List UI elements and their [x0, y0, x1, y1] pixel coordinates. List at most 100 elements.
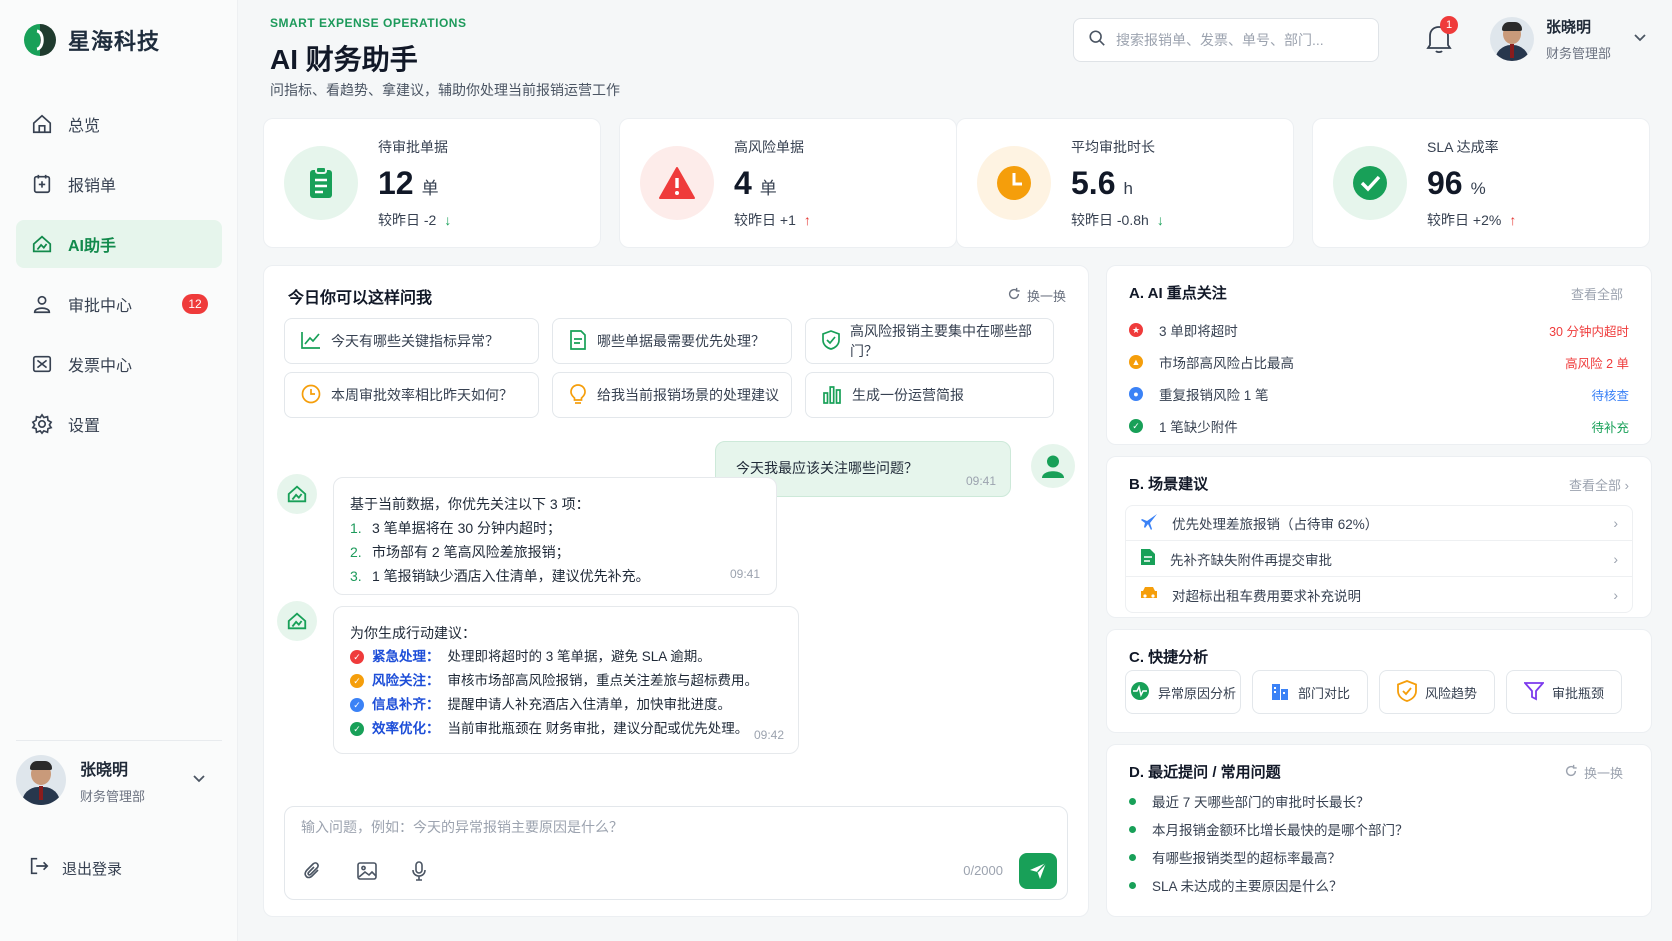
- search-input[interactable]: [1116, 32, 1356, 48]
- scenario-item[interactable]: 先补齐缺失附件再提交审批 ›: [1125, 541, 1633, 577]
- list-item-text: 3 笔单据将在 30 分钟内超时；: [372, 520, 562, 536]
- suggestion-chip[interactable]: 本周审批效率相比昨天如何？: [284, 372, 539, 418]
- ai-message-intro: 基于当前数据，你优先关注以下 3 项：: [350, 496, 590, 512]
- urgent-icon: ✓: [350, 650, 364, 664]
- nav-item-expense[interactable]: 报销单: [16, 160, 222, 208]
- focus-status: 待核查: [1591, 388, 1629, 403]
- scenario-item[interactable]: 优先处理差旅报销（占待审 62%） ›: [1125, 505, 1633, 541]
- kpi-label: 平均审批时长: [1071, 138, 1155, 155]
- action-text: 提醒申请人补充酒店入住清单，加快审批进度。: [447, 697, 732, 712]
- attachment-icon[interactable]: [301, 859, 325, 883]
- kpi-card-pending[interactable]: 待审批单据 12 单 较昨日 -2 ↓: [263, 118, 601, 248]
- nav-label: 报销单: [68, 178, 117, 195]
- focus-item[interactable]: ● 重复报销风险 1 笔 待核查: [1129, 384, 1629, 404]
- alert-dot-icon: ✓: [1129, 419, 1143, 433]
- kpi-compare: 较昨日 -2: [378, 211, 437, 228]
- nav-item-overview[interactable]: 总览: [16, 100, 222, 148]
- focus-item[interactable]: ▲ 市场部高风险占比最高 高风险 2 单: [1129, 352, 1629, 372]
- kpi-card-sla[interactable]: SLA 达成率 96% 较昨日 +2% ↑: [1312, 118, 1650, 248]
- recent-question[interactable]: 最近 7 天哪些部门的审批时长最长？: [1129, 791, 1370, 811]
- check-circle-icon: [1333, 146, 1407, 220]
- suggestion-text: 哪些单据最需要优先处理？: [597, 333, 765, 349]
- receipt-icon: [30, 172, 54, 196]
- lightbulb-icon: [569, 383, 587, 407]
- scenario-text: 对超标出租车费用要求补充说明: [1172, 588, 1361, 604]
- list-item: 2. 市场部有 2 笔高风险差旅报销；: [350, 540, 760, 564]
- list-item: 1. 3 笔单据将在 30 分钟内超时；: [350, 516, 760, 540]
- document-icon: [569, 329, 587, 353]
- quick-action-department[interactable]: 部门对比: [1252, 670, 1368, 714]
- sidebar: 星海科技 总览 报销单 AI助手 审批中心 12 发票中心 设置 张晓明 财务管…: [0, 0, 238, 941]
- refresh-recent-button[interactable]: 换一换: [1564, 763, 1623, 782]
- recent-question[interactable]: 有哪些报销类型的超标率最高？: [1129, 847, 1341, 867]
- search-box[interactable]: [1073, 18, 1379, 62]
- image-icon[interactable]: [355, 859, 379, 883]
- focus-status: 待补充: [1591, 420, 1629, 435]
- nav-label: 审批中心: [68, 298, 133, 315]
- kpi-label: SLA 达成率: [1427, 138, 1499, 155]
- refresh-suggestions-button[interactable]: 换一换: [1007, 286, 1066, 305]
- suggestion-text: 本周审批效率相比昨天如何？: [331, 387, 513, 403]
- chat-input-box: 0/2000: [284, 806, 1068, 900]
- refresh-label: 换一换: [1026, 289, 1066, 304]
- chevron-down-icon[interactable]: [1633, 30, 1647, 48]
- suggestion-text: 生成一份运营简报: [852, 387, 964, 403]
- focus-item[interactable]: ★ 3 单即将超时 30 分钟内超时: [1129, 320, 1629, 340]
- focus-item[interactable]: ✓ 1 笔缺少附件 待补充: [1129, 416, 1629, 436]
- approval-count-badge: 12: [182, 294, 208, 314]
- quick-action-label: 风险趋势: [1424, 685, 1477, 701]
- message-time: 09:42: [753, 728, 784, 742]
- risk-icon: ✓: [350, 674, 364, 688]
- recent-question-text: 最近 7 天哪些部门的审批时长最长？: [1152, 795, 1370, 810]
- nav-item-ai-assistant[interactable]: AI助手: [16, 220, 222, 268]
- info-icon: ✓: [350, 698, 364, 712]
- recent-question-text: SLA 未达成的主要原因是什么？: [1152, 879, 1343, 894]
- suggestion-chip[interactable]: 给我当前报销场景的处理建议: [552, 372, 792, 418]
- ai-focus-panel: A. AI 重点关注 查看全部 ★ 3 单即将超时 30 分钟内超时 ▲ 市场部高风险…: [1106, 265, 1652, 445]
- quick-action-bottleneck[interactable]: 审批瓶颈: [1506, 670, 1622, 714]
- recent-question[interactable]: 本月报销金额环比增长最快的是哪个部门？: [1129, 819, 1409, 839]
- chevron-right-icon: ›: [1613, 586, 1618, 603]
- chevron-down-icon[interactable]: [192, 771, 206, 789]
- section-title: C. 快捷分析: [1129, 649, 1209, 666]
- quick-action-risk-trend[interactable]: 风险趋势: [1379, 670, 1495, 714]
- send-button[interactable]: [1019, 853, 1057, 889]
- sidebar-user[interactable]: 张晓明 财务管理部: [16, 740, 222, 805]
- chat-title: 今日你可以这样问我: [288, 290, 433, 307]
- kpi-card-high-risk[interactable]: 高风险单据 4单 较昨日 +1 ↑: [619, 118, 957, 248]
- nav-item-invoice[interactable]: 发票中心: [16, 340, 222, 388]
- header-user[interactable]: 张晓明 财务管理部: [1490, 16, 1647, 62]
- kpi-compare: 较昨日 +1: [734, 211, 796, 228]
- brand-logo[interactable]: 星海科技: [22, 22, 160, 58]
- scenario-item[interactable]: 对超标出租车费用要求补充说明 ›: [1125, 577, 1633, 613]
- nav-item-approval[interactable]: 审批中心 12: [16, 280, 222, 328]
- message-time: 09:41: [729, 567, 760, 581]
- microphone-icon[interactable]: [407, 859, 431, 883]
- view-all-link[interactable]: 查看全部 ›: [1569, 475, 1629, 494]
- quick-action-anomaly[interactable]: 异常原因分析: [1125, 670, 1241, 714]
- recent-question[interactable]: SLA 未达成的主要原因是什么？: [1129, 875, 1343, 895]
- trend-icon: [301, 331, 321, 352]
- suggestion-chip[interactable]: 哪些单据最需要优先处理？: [552, 318, 792, 364]
- suggestion-chip[interactable]: 生成一份运营简报: [805, 372, 1054, 418]
- kpi-value: 96: [1427, 164, 1463, 201]
- focus-text: 3 单即将超时: [1159, 324, 1238, 339]
- view-all-link[interactable]: 查看全部: [1571, 284, 1623, 303]
- section-title: D. 最近提问 / 常用问题: [1129, 764, 1281, 781]
- nav-item-settings[interactable]: 设置: [16, 400, 222, 448]
- clock-icon: [301, 384, 321, 407]
- user-icon: [30, 292, 54, 316]
- page-title: AI 财务助手: [270, 44, 418, 75]
- logout-button[interactable]: 退出登录: [28, 855, 122, 881]
- quick-analysis-panel: C. 快捷分析 异常原因分析 部门对比 风险趋势 审批瓶颈: [1106, 629, 1652, 733]
- action-item: ✓ 风险关注： 审核市场部高风险报销，重点关注差旅与超标费用。: [350, 669, 782, 693]
- kpi-unit: %: [1470, 178, 1486, 198]
- kpi-unit: 单: [421, 178, 439, 198]
- suggestion-text: 给我当前报销场景的处理建议: [597, 387, 779, 403]
- suggestion-chip[interactable]: 今天有哪些关键指标异常？: [284, 318, 539, 364]
- suggestion-chip[interactable]: 高风险报销主要集中在哪些部门？: [805, 318, 1054, 364]
- page-subtitle: 问指标、看趋势、拿建议，辅助你处理当前报销运营工作: [270, 82, 620, 98]
- chat-input[interactable]: [301, 819, 1001, 835]
- refresh-icon: [1007, 287, 1021, 304]
- kpi-card-avg-time[interactable]: 平均审批时长 5.6 h 较昨日 -0.8h ↓: [956, 118, 1294, 248]
